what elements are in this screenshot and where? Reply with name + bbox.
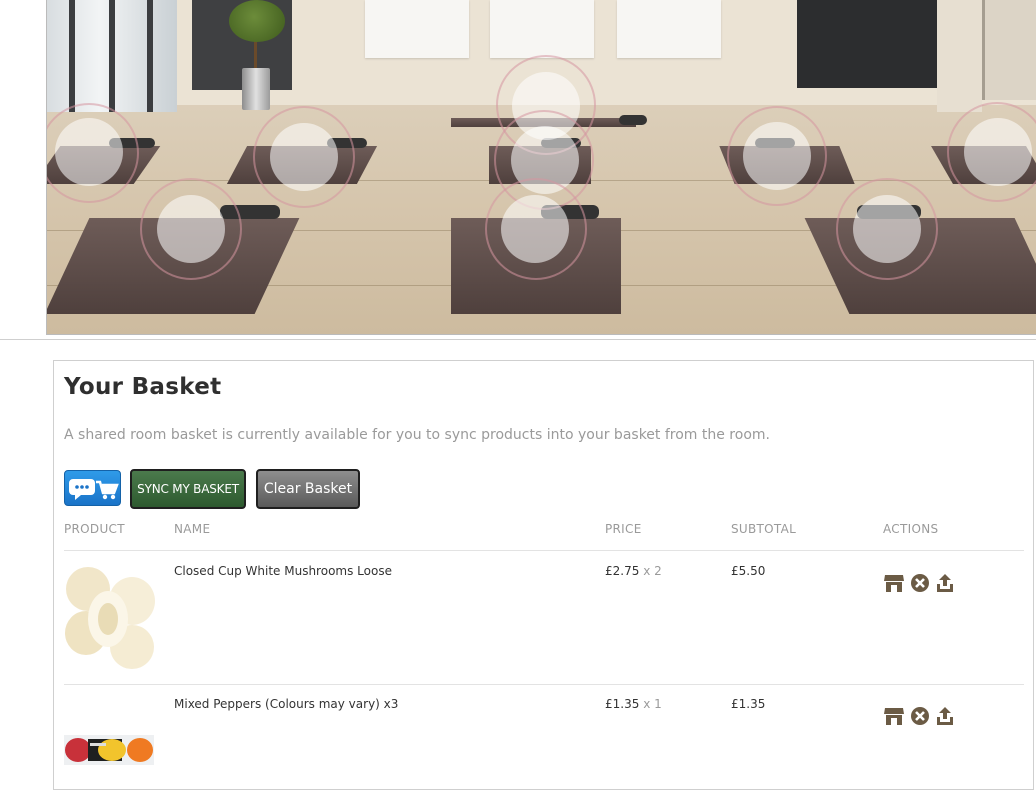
- product-subtotal: £1.35: [731, 697, 766, 711]
- chat-cart-button[interactable]: [64, 470, 121, 506]
- plant-pot: [242, 68, 270, 110]
- quantity: x 2: [643, 564, 662, 578]
- basket-panel: Your Basket A shared room basket is curr…: [53, 360, 1034, 790]
- product-hotspot[interactable]: [270, 123, 338, 191]
- store-icon[interactable]: [884, 573, 904, 593]
- quantity: x 1: [643, 697, 662, 711]
- clear-basket-button[interactable]: Clear Basket: [256, 469, 360, 509]
- peppers-image[interactable]: [64, 735, 154, 765]
- mushrooms-image[interactable]: [62, 561, 156, 673]
- window-frame: [147, 0, 153, 112]
- basket-title: Your Basket: [64, 374, 222, 400]
- room-pillar: [937, 0, 982, 112]
- chat-cart-icon: [69, 479, 119, 500]
- store-icon[interactable]: [884, 706, 904, 726]
- product-hotspot[interactable]: [964, 118, 1032, 186]
- column-header-actions: ACTIONS: [883, 522, 939, 536]
- share-icon[interactable]: [935, 706, 955, 726]
- window-frame: [69, 0, 75, 112]
- product-hotspot[interactable]: [157, 195, 225, 263]
- unit-price: £2.75: [605, 564, 640, 578]
- sync-basket-button[interactable]: SYNC MY BASKET: [130, 469, 246, 509]
- row-divider: [64, 684, 1024, 685]
- room-door: [982, 0, 1036, 100]
- window-frame: [109, 0, 115, 112]
- product-name: Closed Cup White Mushrooms Loose: [174, 564, 392, 578]
- product-hotspot[interactable]: [501, 195, 569, 263]
- plant-stem: [254, 40, 257, 70]
- basket-description: A shared room basket is currently availa…: [64, 427, 770, 443]
- wall-canvas: [365, 0, 469, 58]
- column-header-subtotal: SUBTOTAL: [731, 522, 797, 536]
- wall-canvas: [490, 0, 594, 58]
- product-hotspot[interactable]: [55, 118, 123, 186]
- plant: [229, 0, 285, 42]
- product-hotspot[interactable]: [743, 122, 811, 190]
- column-header-product: PRODUCT: [64, 522, 125, 536]
- product-name: Mixed Peppers (Colours may vary) x3: [174, 697, 399, 711]
- column-header-name: NAME: [174, 522, 211, 536]
- wall-canvas: [617, 0, 721, 58]
- remove-icon[interactable]: [910, 706, 930, 726]
- divider: [0, 339, 1036, 340]
- column-header-price: PRICE: [605, 522, 642, 536]
- product-subtotal: £5.50: [731, 564, 766, 578]
- unit-price: £1.35: [605, 697, 640, 711]
- room-scene: [46, 0, 1036, 335]
- product-price: £1.35 x 1: [605, 697, 662, 711]
- room-doorway: [797, 0, 937, 88]
- mat-roll: [619, 115, 647, 125]
- remove-icon[interactable]: [910, 573, 930, 593]
- share-icon[interactable]: [935, 573, 955, 593]
- row-divider: [64, 550, 1024, 551]
- product-hotspot[interactable]: [853, 195, 921, 263]
- product-price: £2.75 x 2: [605, 564, 662, 578]
